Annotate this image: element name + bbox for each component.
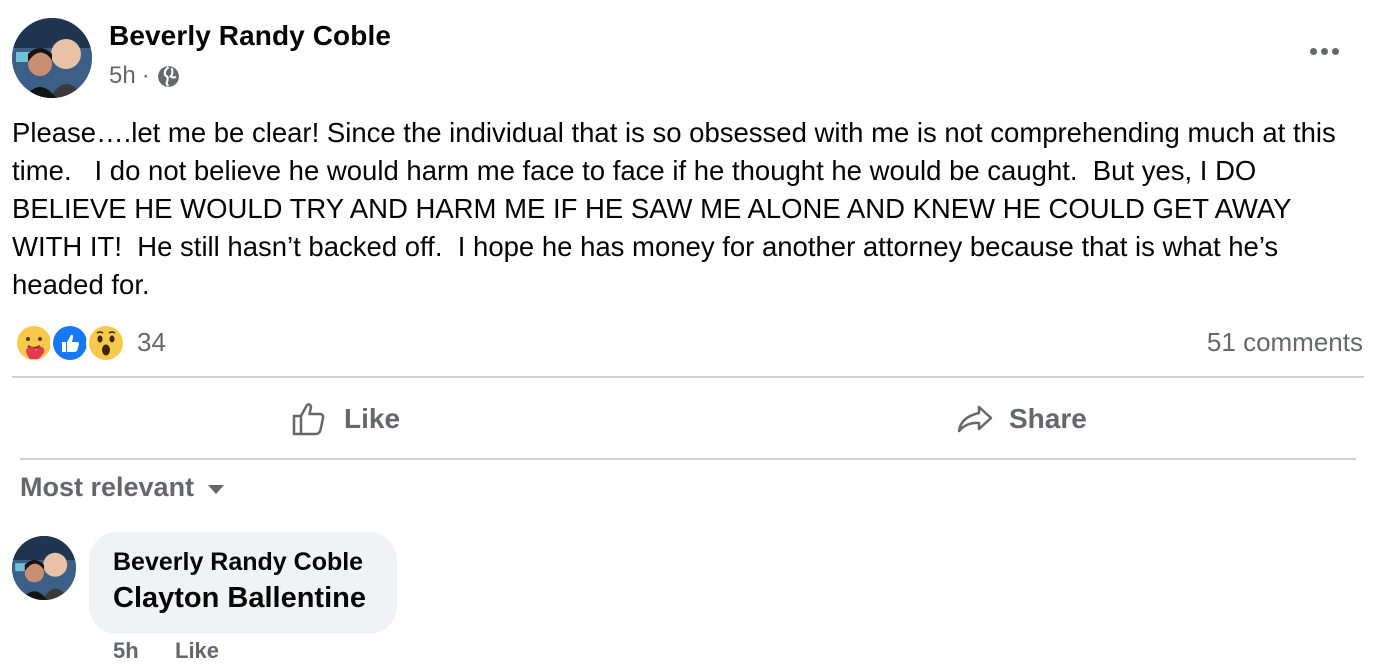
meta-separator: ·	[141, 62, 150, 89]
dot-icon	[1331, 47, 1339, 55]
post-body-text: Please….let me be clear! Since the indiv…	[12, 117, 1344, 300]
sort-label: Most relevant	[20, 472, 195, 502]
comment-text[interactable]: Clayton Ballentine	[113, 582, 366, 615]
like-reaction-icon	[50, 323, 90, 363]
comment-like-button[interactable]: Like	[175, 638, 219, 664]
share-label: Share	[1009, 403, 1087, 434]
dot-icon	[1309, 47, 1317, 55]
divider	[12, 376, 1364, 378]
comment-author-name[interactable]: Beverly Randy Coble	[113, 548, 363, 577]
wow-reaction-icon	[86, 323, 126, 363]
like-button[interactable]: Like	[290, 392, 400, 446]
share-button[interactable]: Share	[955, 392, 1087, 446]
share-arrow-icon	[955, 399, 995, 439]
more-options-button[interactable]	[1302, 36, 1346, 66]
comment-sort-dropdown[interactable]: Most relevant	[20, 472, 225, 503]
author-avatar[interactable]	[12, 18, 92, 98]
divider	[20, 458, 1356, 460]
reaction-count[interactable]: 34	[137, 327, 166, 358]
post-author-name[interactable]: Beverly Randy Coble	[109, 20, 391, 52]
post-time[interactable]: 5h	[109, 62, 136, 90]
post-meta: 5h ·	[109, 62, 181, 90]
comment-count[interactable]: 51 comments	[1207, 327, 1363, 358]
comment-time[interactable]: 5h	[113, 638, 139, 664]
globe-icon	[156, 64, 181, 89]
caret-down-icon	[208, 485, 225, 494]
thumbs-up-icon	[290, 399, 330, 439]
comment-author-avatar[interactable]	[12, 536, 76, 600]
reaction-icons[interactable]	[14, 323, 126, 363]
care-reaction-icon	[14, 323, 54, 363]
dot-icon	[1320, 47, 1328, 55]
like-label: Like	[344, 403, 401, 434]
